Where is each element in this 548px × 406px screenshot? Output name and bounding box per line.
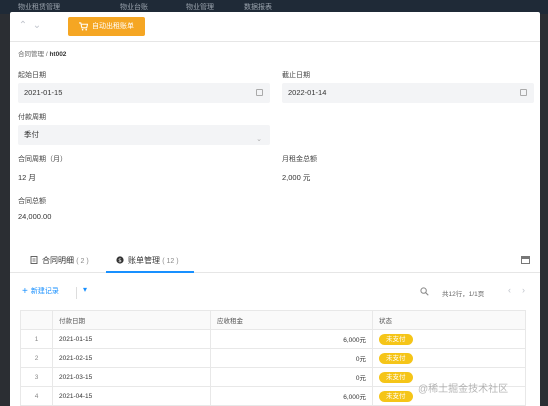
new-record-label: 新建记录 bbox=[30, 288, 59, 295]
breadcrumb-separator: / bbox=[45, 51, 48, 58]
prev-page-icon[interactable]: ‹ bbox=[508, 285, 511, 295]
breadcrumb-current: ht002 bbox=[49, 51, 67, 58]
pay-date-cell: 2021-03-15 bbox=[52, 367, 211, 387]
document-icon bbox=[30, 256, 38, 264]
status-badge: 未支付 bbox=[379, 333, 413, 345]
bill-list-toolbar: + 新建记录 ▾ 共12行，1/1页 ‹ › bbox=[10, 282, 540, 304]
rent-cell: 0元 bbox=[210, 367, 373, 387]
contract-period-value: 12 月 bbox=[18, 173, 36, 182]
search-icon[interactable] bbox=[420, 287, 429, 296]
tab-contract-details-label: 合同明细 bbox=[42, 256, 74, 265]
chevron-down-icon: ⌄ bbox=[256, 136, 262, 143]
nav-item-ledger[interactable]: 物业台账 bbox=[120, 2, 148, 12]
plus-icon: + bbox=[22, 286, 28, 297]
tab-bill-management[interactable]: $ 账单管理 ( 12 ) bbox=[116, 255, 179, 266]
status-badge: 未支付 bbox=[379, 352, 413, 364]
watermark-text: @稀土掘金技术社区 bbox=[418, 384, 509, 395]
tab-contract-details[interactable]: 合同明细 ( 2 ) bbox=[30, 255, 89, 266]
nav-item-reports[interactable]: 数据报表 bbox=[244, 2, 272, 12]
svg-text:$: $ bbox=[118, 258, 122, 264]
contract-total-label: 合同总额 bbox=[18, 198, 46, 205]
breadcrumb-parent[interactable]: 合同管理 bbox=[18, 51, 44, 58]
calendar-icon[interactable] bbox=[520, 89, 527, 96]
start-date-value: 2021-01-15 bbox=[24, 88, 63, 97]
row-index: 3 bbox=[20, 367, 53, 387]
rent-cell: 6,000元 bbox=[210, 329, 373, 349]
money-circle-icon: $ bbox=[116, 256, 124, 264]
button-divider bbox=[76, 287, 77, 299]
row-index: 4 bbox=[20, 386, 53, 406]
table-row[interactable]: 2 2021-02-15 0元 未支付 bbox=[20, 348, 526, 368]
status-badge: 未支付 bbox=[379, 371, 413, 383]
breadcrumb: 合同管理 / ht002 bbox=[18, 48, 66, 58]
column-header-status[interactable]: 状态 bbox=[372, 310, 526, 330]
next-page-icon[interactable]: › bbox=[522, 285, 525, 295]
detail-tabs: 合同明细 ( 2 ) $ 账单管理 ( 12 ) bbox=[10, 248, 540, 273]
row-index: 2 bbox=[20, 348, 53, 368]
tab-bill-management-count: ( 12 ) bbox=[162, 258, 179, 265]
tab-bill-management-label: 账单管理 bbox=[128, 256, 160, 265]
cart-icon bbox=[79, 22, 88, 31]
pay-date-cell: 2021-02-15 bbox=[52, 348, 211, 368]
pay-cycle-value: 季付 bbox=[24, 130, 39, 139]
column-header-pay-date[interactable]: 付款日期 bbox=[52, 310, 211, 330]
prev-record-icon[interactable]: ⌃ bbox=[18, 20, 28, 32]
pay-date-cell: 2021-04-15 bbox=[52, 386, 211, 406]
column-header-rent[interactable]: 应收租金 bbox=[210, 310, 373, 330]
column-header-index bbox=[20, 310, 53, 330]
pay-cycle-select[interactable]: 季付 ⌄ bbox=[18, 125, 270, 145]
panel-toggle-icon[interactable] bbox=[521, 256, 530, 264]
calendar-icon[interactable] bbox=[256, 89, 263, 96]
table-header-row: 付款日期 应收租金 状态 bbox=[20, 310, 526, 330]
end-date-label: 截止日期 bbox=[282, 72, 310, 79]
end-date-field[interactable]: 2022-01-14 bbox=[282, 83, 534, 103]
nav-item-manage[interactable]: 物业管理 bbox=[186, 2, 214, 12]
status-badge: 未支付 bbox=[379, 390, 413, 402]
end-date-value: 2022-01-14 bbox=[288, 88, 327, 97]
pay-date-cell: 2021-01-15 bbox=[52, 329, 211, 349]
start-date-field[interactable]: 2021-01-15 bbox=[18, 83, 270, 103]
contract-period-label: 合同周期（月） bbox=[18, 156, 67, 163]
monthly-rent-value: 2,000 元 bbox=[282, 173, 311, 182]
panel-toolbar: ⌃ ⌄ 自动出租账单 bbox=[10, 12, 540, 42]
next-record-icon[interactable]: ⌄ bbox=[32, 20, 42, 32]
contract-total-value: 24,000.00 bbox=[18, 212, 52, 221]
new-record-dropdown-icon[interactable]: ▾ bbox=[83, 285, 87, 294]
row-index: 1 bbox=[20, 329, 53, 349]
rent-cell: 6,000元 bbox=[210, 386, 373, 406]
pagination-info: 共12行，1/1页 bbox=[442, 291, 485, 298]
auto-rent-bill-label: 自动出租账单 bbox=[92, 23, 134, 30]
tab-contract-details-count: ( 2 ) bbox=[76, 258, 89, 265]
auto-rent-bill-button[interactable]: 自动出租账单 bbox=[68, 17, 145, 36]
monthly-rent-label: 月租金总额 bbox=[282, 156, 317, 163]
start-date-label: 起始日期 bbox=[18, 72, 46, 79]
table-row[interactable]: 1 2021-01-15 6,000元 未支付 bbox=[20, 329, 526, 349]
status-cell: 未支付 bbox=[372, 348, 526, 368]
status-cell: 未支付 bbox=[372, 329, 526, 349]
pay-cycle-label: 付款周期 bbox=[18, 114, 46, 121]
active-tab-indicator bbox=[106, 271, 194, 273]
rent-cell: 0元 bbox=[210, 348, 373, 368]
new-record-button[interactable]: + 新建记录 bbox=[22, 286, 59, 297]
nav-item-lease[interactable]: 物业租赁管理 bbox=[18, 2, 60, 12]
